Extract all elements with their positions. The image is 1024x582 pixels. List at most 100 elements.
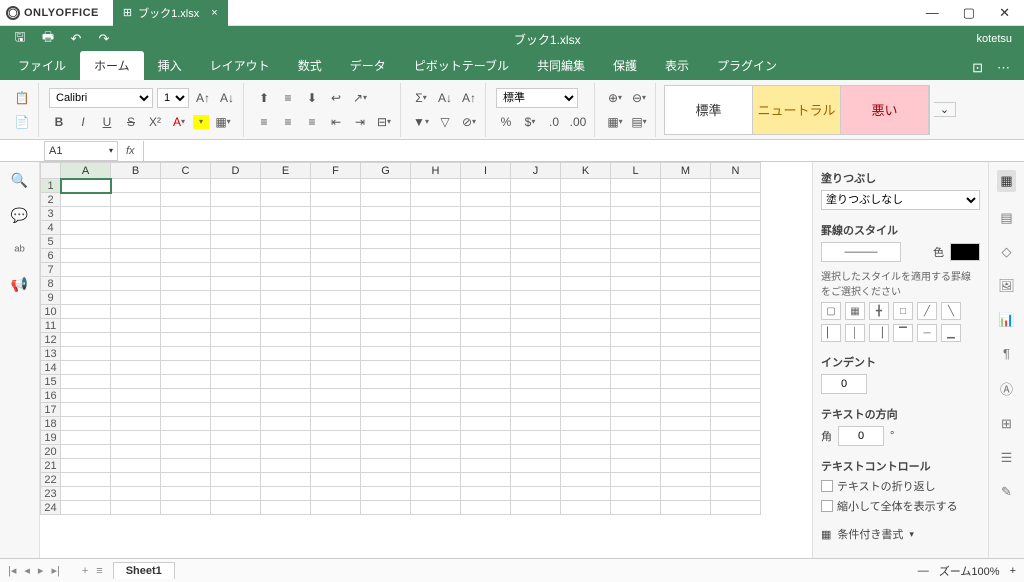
cell-M18[interactable] (661, 417, 711, 431)
cell-H8[interactable] (411, 277, 461, 291)
cell-N2[interactable] (711, 193, 761, 207)
cell-H2[interactable] (411, 193, 461, 207)
cell-K21[interactable] (561, 459, 611, 473)
table-settings-icon[interactable]: ▤ (1000, 210, 1012, 226)
cell-settings-icon[interactable]: ▦ (997, 170, 1015, 192)
cell-H6[interactable] (411, 249, 461, 263)
row-header-5[interactable]: 5 (41, 235, 61, 249)
cell-A19[interactable] (61, 431, 111, 445)
cell-D16[interactable] (211, 389, 261, 403)
cell-G9[interactable] (361, 291, 411, 305)
cell-A5[interactable] (61, 235, 111, 249)
border-all[interactable]: ▦ (845, 302, 865, 320)
sheet-tab[interactable]: Sheet1 (113, 562, 175, 579)
cell-F6[interactable] (311, 249, 361, 263)
cell-D23[interactable] (211, 487, 261, 501)
col-header-J[interactable]: J (511, 163, 561, 179)
row-header-13[interactable]: 13 (41, 347, 61, 361)
cell-L24[interactable] (611, 501, 661, 515)
cell-B11[interactable] (111, 319, 161, 333)
cell-G3[interactable] (361, 207, 411, 221)
cell-B16[interactable] (111, 389, 161, 403)
cell-E1[interactable] (261, 179, 311, 193)
wrap-checkbox[interactable] (821, 480, 833, 492)
cell-K11[interactable] (561, 319, 611, 333)
cell-A3[interactable] (61, 207, 111, 221)
cell-F2[interactable] (311, 193, 361, 207)
cell-C3[interactable] (161, 207, 211, 221)
border-outer[interactable]: ▢ (821, 302, 841, 320)
cell-G5[interactable] (361, 235, 411, 249)
cell-D15[interactable] (211, 375, 261, 389)
cell-C15[interactable] (161, 375, 211, 389)
cell-B2[interactable] (111, 193, 161, 207)
cell-A22[interactable] (61, 473, 111, 487)
tab-home[interactable]: ホーム (80, 51, 144, 80)
cell-D24[interactable] (211, 501, 261, 515)
cell-K20[interactable] (561, 445, 611, 459)
textart-settings-icon[interactable]: Ⓐ (1000, 379, 1013, 398)
cond-format-button[interactable]: ▦ (605, 112, 625, 132)
cell-J9[interactable] (511, 291, 561, 305)
cell-C5[interactable] (161, 235, 211, 249)
cell-H10[interactable] (411, 305, 461, 319)
cell-G19[interactable] (361, 431, 411, 445)
tab-collab[interactable]: 共同編集 (523, 51, 599, 80)
cell-F17[interactable] (311, 403, 361, 417)
cell-J5[interactable] (511, 235, 561, 249)
cell-L12[interactable] (611, 333, 661, 347)
paste-button[interactable]: 📄 (12, 112, 32, 132)
cell-M13[interactable] (661, 347, 711, 361)
cell-H22[interactable] (411, 473, 461, 487)
sort-desc-button[interactable]: A↑ (459, 88, 479, 108)
search-icon[interactable]: 🔍 (11, 172, 28, 189)
cell-I20[interactable] (461, 445, 511, 459)
italic-button[interactable]: I (73, 112, 93, 132)
increase-font-button[interactable]: A↑ (193, 88, 213, 108)
cell-M12[interactable] (661, 333, 711, 347)
row-header-17[interactable]: 17 (41, 403, 61, 417)
cell-D10[interactable] (211, 305, 261, 319)
align-right-button[interactable]: ≡ (302, 112, 322, 132)
spreadsheet-grid[interactable]: ABCDEFGHIJKLMN12345678910111213141516171… (40, 162, 812, 558)
cell-E21[interactable] (261, 459, 311, 473)
shape-settings-icon[interactable]: ◇ (1002, 244, 1012, 260)
cell-F12[interactable] (311, 333, 361, 347)
style-bad[interactable]: 悪い (841, 86, 929, 134)
cell-B14[interactable] (111, 361, 161, 375)
col-header-L[interactable]: L (611, 163, 661, 179)
tab-layout[interactable]: レイアウト (196, 51, 284, 80)
cell-B19[interactable] (111, 431, 161, 445)
cell-F3[interactable] (311, 207, 361, 221)
cell-A11[interactable] (61, 319, 111, 333)
cell-G14[interactable] (361, 361, 411, 375)
cell-K4[interactable] (561, 221, 611, 235)
clear-filter-button[interactable]: ⊘ (459, 112, 479, 132)
cell-J8[interactable] (511, 277, 561, 291)
cell-A21[interactable] (61, 459, 111, 473)
col-header-N[interactable]: N (711, 163, 761, 179)
cell-K1[interactable] (561, 179, 611, 193)
cell-H20[interactable] (411, 445, 461, 459)
cell-E13[interactable] (261, 347, 311, 361)
cell-F13[interactable] (311, 347, 361, 361)
cell-A10[interactable] (61, 305, 111, 319)
tab-view[interactable]: 表示 (651, 51, 703, 80)
row-header-18[interactable]: 18 (41, 417, 61, 431)
cell-E14[interactable] (261, 361, 311, 375)
cell-D13[interactable] (211, 347, 261, 361)
cell-G12[interactable] (361, 333, 411, 347)
cell-M3[interactable] (661, 207, 711, 221)
row-header-2[interactable]: 2 (41, 193, 61, 207)
cell-H1[interactable] (411, 179, 461, 193)
cell-N19[interactable] (711, 431, 761, 445)
cell-B3[interactable] (111, 207, 161, 221)
cell-G22[interactable] (361, 473, 411, 487)
cell-L1[interactable] (611, 179, 661, 193)
cell-L9[interactable] (611, 291, 661, 305)
insert-cells-button[interactable]: ⊕ (605, 88, 625, 108)
cell-G20[interactable] (361, 445, 411, 459)
minimize-button[interactable]: — (926, 5, 939, 20)
cell-L19[interactable] (611, 431, 661, 445)
cell-I2[interactable] (461, 193, 511, 207)
